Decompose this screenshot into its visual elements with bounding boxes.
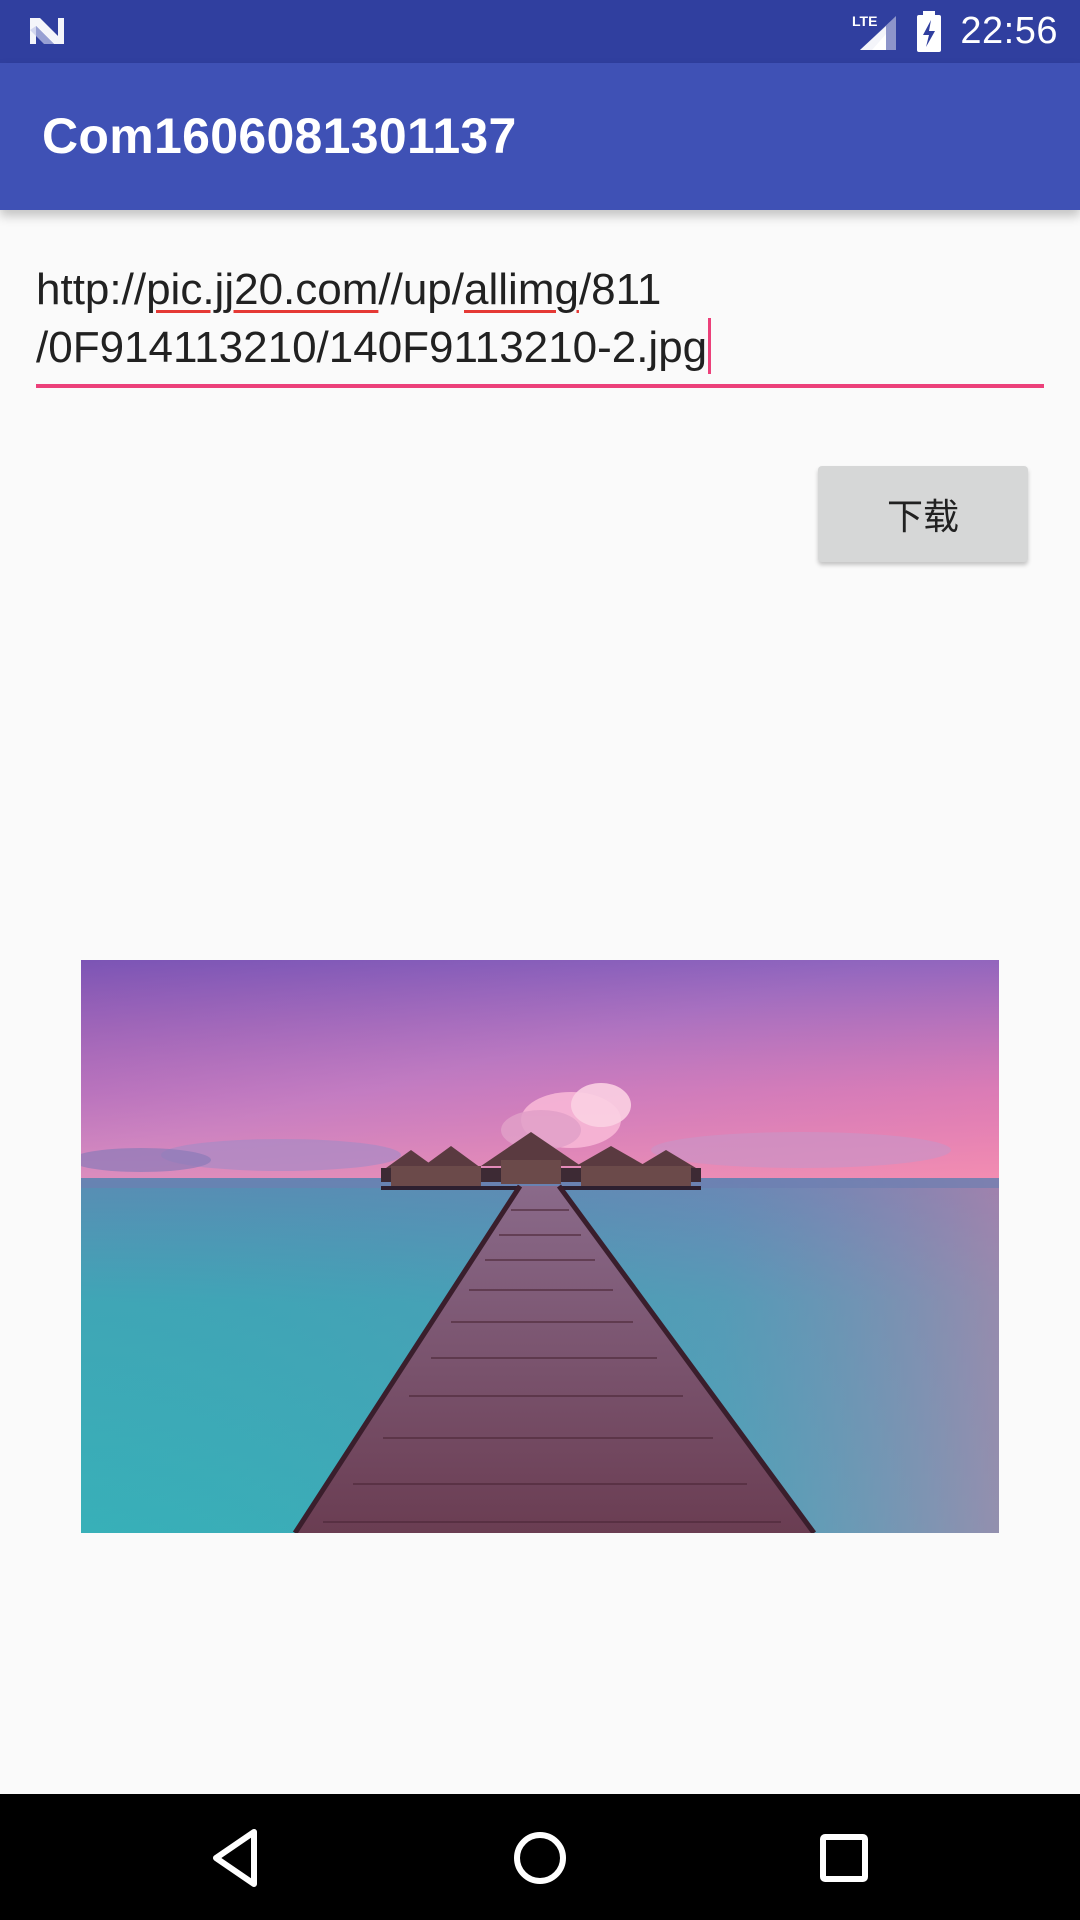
download-button[interactable]: 下载 bbox=[818, 466, 1028, 562]
url-segment: /0F914113210/140F9113210-2.jpg bbox=[36, 323, 708, 372]
url-line-2: /0F914113210/140F9113210-2.jpg bbox=[36, 318, 1044, 376]
nav-bar bbox=[0, 1794, 1080, 1920]
url-segment: http:// bbox=[36, 265, 147, 314]
status-bar: LTE 22:56 bbox=[0, 0, 1080, 63]
url-spellcheck-word: pic.jj20.com bbox=[146, 265, 379, 314]
n-logo-icon bbox=[30, 18, 64, 44]
text-cursor bbox=[708, 318, 712, 374]
app-title: Com1606081301137 bbox=[42, 108, 517, 164]
lte-label: LTE bbox=[852, 13, 877, 29]
url-segment: //up/ bbox=[378, 265, 465, 314]
battery-charging-icon bbox=[917, 10, 942, 52]
pier-sunset-photo bbox=[81, 960, 999, 1533]
screen: LTE 22:56 Com1606081301137 http://pic.jj… bbox=[0, 0, 1080, 1920]
url-spellcheck-word: allimg bbox=[464, 265, 579, 314]
status-time: 22:56 bbox=[960, 10, 1058, 52]
url-input[interactable]: http://pic.jj20.com//up/allimg/811 /0F91… bbox=[36, 262, 1044, 390]
downloaded-image bbox=[81, 960, 999, 1533]
status-icons: LTE 22:56 bbox=[852, 0, 1058, 63]
lte-signal-icon: LTE bbox=[852, 13, 897, 50]
home-icon[interactable] bbox=[500, 1818, 580, 1898]
recents-icon[interactable] bbox=[804, 1818, 884, 1898]
app-bar: Com1606081301137 bbox=[0, 63, 1080, 210]
url-input-underline bbox=[36, 384, 1044, 388]
url-input-text[interactable]: http://pic.jj20.com//up/allimg/811 /0F91… bbox=[36, 262, 1044, 376]
back-icon[interactable] bbox=[196, 1818, 276, 1898]
url-segment: /811 bbox=[578, 265, 662, 314]
url-line-1: http://pic.jj20.com//up/allimg/811 bbox=[36, 262, 1044, 318]
